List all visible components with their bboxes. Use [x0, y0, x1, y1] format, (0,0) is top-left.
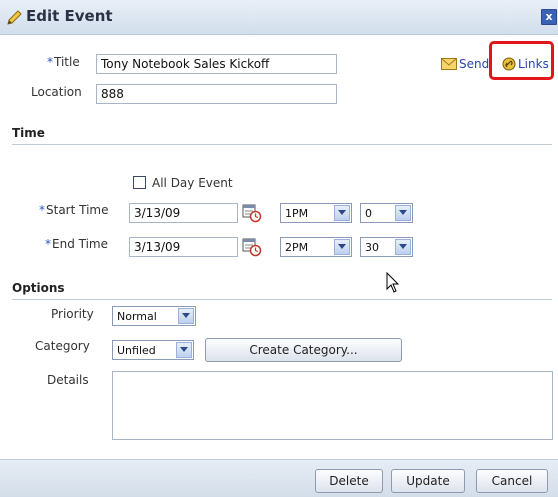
start-minute-select[interactable]: 0 — [360, 203, 413, 223]
start-date-input[interactable]: 3/13/09 — [129, 203, 238, 223]
category-select[interactable]: Unfiled — [112, 340, 194, 360]
links-action[interactable]: Links — [502, 56, 549, 72]
dialog-titlebar: Edit Event x — [0, 0, 558, 35]
chevron-down-icon — [334, 239, 350, 255]
close-icon: x — [545, 10, 553, 23]
cancel-button[interactable]: Cancel — [476, 469, 548, 493]
all-day-label: All Day Event — [152, 176, 233, 190]
calendar-clock-icon[interactable] — [242, 237, 262, 257]
chevron-down-icon — [395, 239, 411, 255]
category-label: Category — [35, 339, 90, 353]
chevron-down-icon — [176, 342, 192, 358]
end-minute-select[interactable]: 30 — [360, 237, 413, 257]
priority-label: Priority — [51, 307, 94, 321]
options-section-header: Options — [12, 281, 552, 300]
end-date-input[interactable]: 3/13/09 — [129, 237, 238, 257]
close-button[interactable]: x — [541, 9, 557, 25]
links-label: Links — [518, 57, 549, 71]
start-hour-select[interactable]: 1PM — [280, 203, 352, 223]
pencil-icon — [7, 10, 22, 25]
title-label: *Title — [47, 55, 80, 69]
required-marker: * — [47, 55, 53, 69]
dialog-title: Edit Event — [26, 7, 113, 25]
details-label: Details — [47, 373, 89, 387]
chevron-down-icon — [334, 205, 350, 221]
start-time-label: *Start Time — [39, 203, 109, 217]
title-input[interactable]: Tony Notebook Sales Kickoff — [96, 54, 337, 74]
link-icon — [502, 57, 516, 71]
send-action[interactable]: Send — [441, 56, 489, 72]
end-hour-select[interactable]: 2PM — [280, 237, 352, 257]
chevron-down-icon — [178, 308, 194, 324]
location-input[interactable]: 888 — [96, 84, 337, 104]
delete-button[interactable]: Delete — [315, 469, 383, 493]
details-textarea[interactable] — [112, 371, 553, 440]
update-button[interactable]: Update — [391, 469, 465, 493]
end-time-label: *End Time — [45, 237, 108, 251]
envelope-icon — [441, 58, 457, 70]
all-day-checkbox[interactable] — [133, 176, 146, 189]
time-section-header: Time — [12, 126, 552, 145]
dialog-footer — [0, 459, 558, 497]
location-label: Location — [31, 85, 82, 99]
calendar-clock-icon[interactable] — [242, 203, 262, 223]
send-label: Send — [459, 57, 490, 71]
create-category-button[interactable]: Create Category... — [205, 338, 402, 362]
priority-select[interactable]: Normal — [112, 306, 196, 326]
chevron-down-icon — [395, 205, 411, 221]
